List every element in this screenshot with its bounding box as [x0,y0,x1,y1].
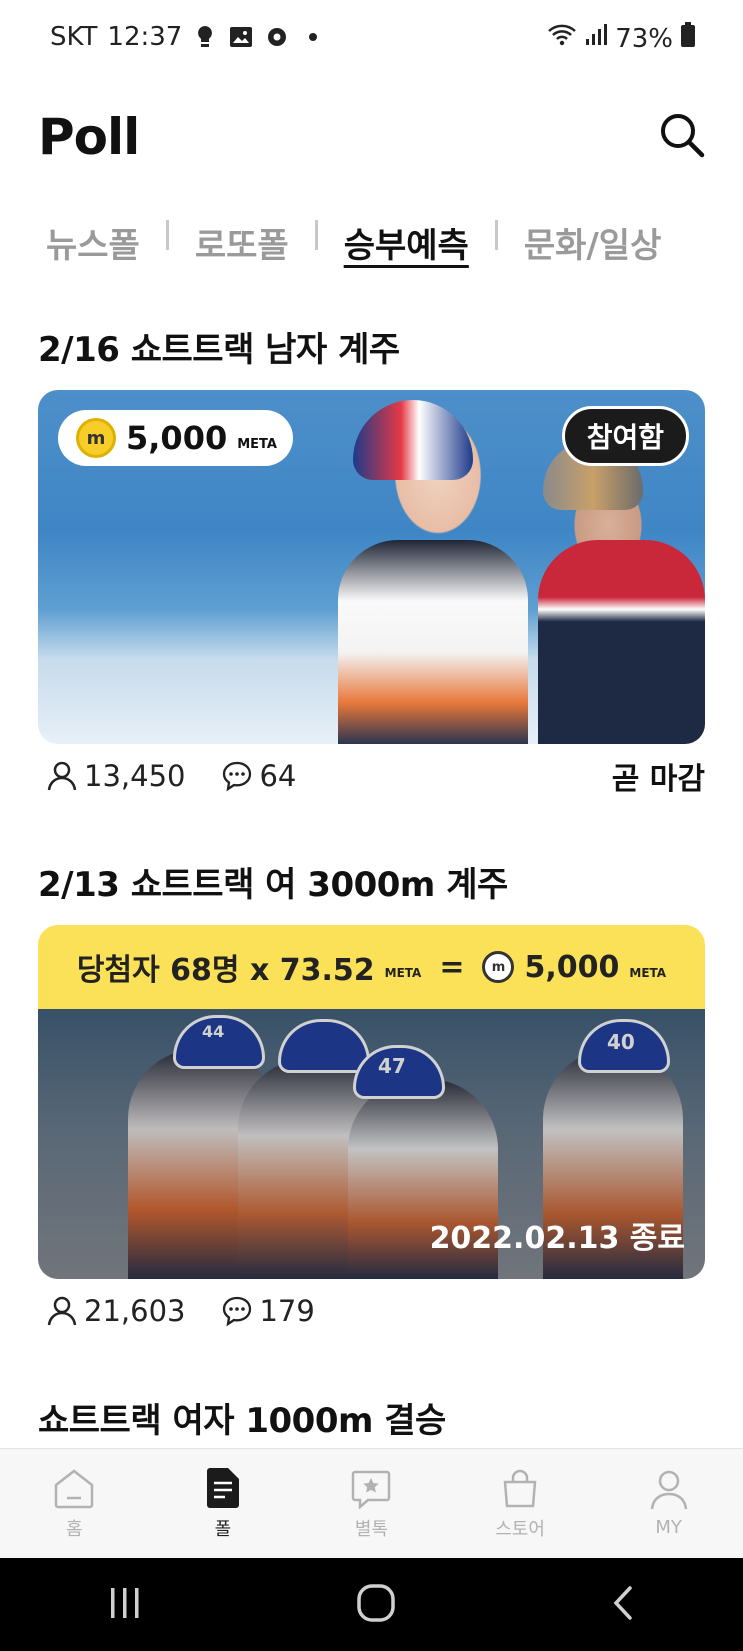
nav-poll[interactable]: 폴 [163,1467,283,1541]
winner-unit: META [384,966,422,980]
settings-icon [264,24,290,50]
comment-icon [223,761,252,792]
participants-value: 21,603 [84,1294,186,1328]
home-icon [55,1468,94,1508]
search-icon [661,114,705,158]
battery-icon [681,22,695,55]
poll-image: 44 47 40 2022.02.13 종료 [38,1009,705,1279]
reward-amount: 5,000 [524,949,620,985]
nav-label: 별톡 [354,1518,389,1540]
back-icon [613,1585,632,1620]
tab-match-prediction[interactable]: 승부예측 [344,218,469,267]
closing-soon-label: 곧 마감 [611,762,705,797]
nav-store[interactable]: 스토어 [460,1467,580,1541]
person-icon [47,1296,77,1326]
poll-title[interactable]: 2/13 쇼트트랙 여 3000m 계주 [38,857,508,906]
comment-icon [223,1296,252,1327]
nav-my[interactable]: MY [609,1469,729,1538]
status-bar-right: 73% [547,22,695,55]
nav-label: 홈 [66,1518,83,1540]
nav-home[interactable]: 홈 [14,1467,134,1541]
comments-value: 64 [259,759,297,793]
carrier-label: SKT [50,22,98,52]
participated-badge: 참여함 [561,406,689,466]
status-bar-left: SKT 12:37 [50,22,326,52]
star-chat-icon [352,1470,391,1509]
comments-count[interactable]: 179 [221,1294,315,1328]
reward-amount: 5,000 [126,419,228,457]
nav-label: 스토어 [495,1518,545,1540]
recent-apps-icon [110,1587,138,1618]
tab-lotto-poll[interactable]: 로또폴 [195,218,289,267]
clock: 12:37 [107,22,183,52]
poll-title[interactable]: 쇼트트랙 여자 1000m 결승 [38,1393,446,1442]
search-button[interactable] [657,110,707,160]
participants-count: 21,603 [46,1294,185,1328]
image-icon [228,24,254,50]
reward-unit: META [629,966,667,980]
comments-value: 179 [259,1294,315,1328]
tab-news-poll[interactable]: 뉴스폴 [46,218,140,267]
tab-divider [494,219,498,250]
equals-sign: = [439,949,465,985]
poll-stats: 21,603 179 [46,1289,705,1333]
tab-culture-daily[interactable]: 문화/일상 [524,218,662,267]
participants-value: 13,450 [84,759,186,793]
nav-star-talk[interactable]: 별톡 [311,1467,431,1541]
meta-coin-icon: m [482,951,515,983]
poll-stats: 13,450 64 곧 마감 [46,754,705,798]
app-header: Poll [0,100,743,180]
recent-apps-button[interactable] [107,1586,143,1624]
poll-card[interactable]: 당첨자 68명 x 73.52 META = m 5,000 META 44 4… [38,925,705,1279]
person-icon [47,761,77,791]
winner-text: 당첨자 68명 x 73.52 [76,953,375,988]
tab-divider [314,219,318,250]
home-button[interactable] [356,1583,396,1627]
system-navigation-bar [0,1558,743,1651]
nav-label: 폴 [214,1518,232,1540]
comments-count[interactable]: 64 [221,759,296,793]
home-circle-icon [356,1583,395,1622]
poll-title[interactable]: 2/16 쇼트트랙 남자 계주 [38,322,400,371]
person-icon [650,1470,687,1510]
back-button[interactable] [609,1585,637,1625]
reward-badge: m 5,000 META [58,410,293,466]
battery-percent: 73% [615,23,673,54]
shopping-bag-icon [503,1469,537,1507]
page-title: Poll [38,108,140,166]
ended-date-label: 2022.02.13 종료 [429,1221,685,1256]
skater-figure [538,540,705,744]
tab-divider [165,219,169,250]
reward-unit: META [237,436,277,452]
meta-coin-icon: m [76,418,116,458]
winner-banner: 당첨자 68명 x 73.52 META = m 5,000 META [38,925,705,1009]
wifi-icon [547,23,577,54]
poll-card[interactable]: m 5,000 META 참여함 [38,390,705,744]
nav-label: MY [655,1517,682,1538]
category-tabs: 뉴스폴 로또폴 승부예측 문화/일상 [46,218,661,267]
bottom-navigation: 홈 폴 별톡 스토어 MY [0,1448,743,1558]
dot-icon [300,24,326,50]
signal-icon [585,23,608,54]
poll-document-icon [206,1467,239,1508]
skater-figure [338,540,528,744]
lightbulb-icon [192,24,218,50]
status-bar: SKT 12:37 73% [0,0,743,76]
participants-count: 13,450 [46,759,185,793]
